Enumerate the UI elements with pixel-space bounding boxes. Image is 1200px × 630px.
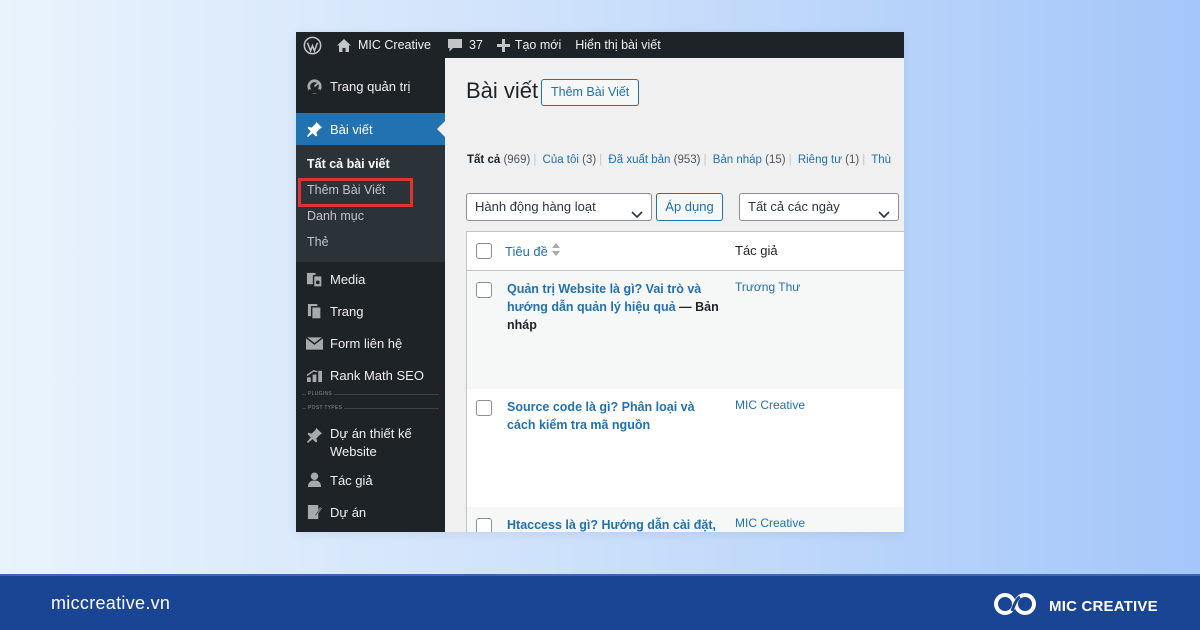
menu-media-label: Media [330,271,366,287]
mail-icon [304,333,324,353]
highlight-box [298,178,413,207]
filter-published-count: (953) [673,154,701,166]
site-name-link[interactable]: MIC Creative [329,32,438,58]
bulk-action-value: Hành động hàng loạt [475,199,596,214]
comments-link[interactable]: 37 [438,32,490,58]
menu-rank-math[interactable]: Rank Math SEO [296,359,445,391]
brand: MIC CREATIVE [993,589,1158,624]
menu-contact-form-label: Form liên hệ [330,335,403,351]
apply-button[interactable]: Áp dụng [656,193,723,221]
pin-icon [304,119,324,139]
page-title: Bài viết [466,78,539,103]
post-types-separator-label: POST TYPES [306,405,345,411]
brand-name: MIC CREATIVE [1049,598,1158,615]
column-title-label: Tiêu đề [505,243,548,259]
menu-dashboard[interactable]: Trang quản trị [296,70,445,102]
site-name: MIC Creative [358,38,431,52]
admin-sidebar: Trang quản trị Bài viết Tất cả bài viết … [296,58,445,532]
menu-rank-math-label: Rank Math SEO [330,367,424,383]
post-title-link[interactable]: Htaccess là gì? Hướng dẫn cài đặt, cấu h… [507,516,717,532]
filter-private[interactable]: Riêng tư [798,154,842,166]
plugins-separator: PLUGINS [302,391,439,402]
website-url: miccreative.vn [51,593,171,613]
add-new-post-button[interactable]: Thêm Bài Viết [541,79,640,106]
filter-all[interactable]: Tất cả [467,154,500,166]
comment-icon [447,38,463,53]
table-row: Htaccess là gì? Hướng dẫn cài đặt, cấu h… [467,507,904,532]
row-checkbox[interactable] [476,400,492,416]
menu-pages[interactable]: Trang [296,295,445,327]
menu-dashboard-label: Trang quản trị [330,78,411,94]
new-content-menu[interactable]: Tạo mới [490,32,568,58]
brand-footer: miccreative.vn MIC CREATIVE [0,574,1200,630]
plus-icon [496,38,510,52]
menu-projects-design-label: Dự án thiết kế Website [330,426,412,459]
post-status-filters: Tất cả (969) | Của tôi (3) | Đã xuất bản (… [467,154,892,166]
admin-bar: MIC Creative 37 Tạo mới Hiển thị bài viế… [296,32,904,58]
media-icon [304,269,324,289]
post-author-link[interactable]: MIC Creative [735,516,805,530]
post-title: Source code là gì? Phân loại và cách kiể… [507,400,695,432]
row-checkbox[interactable] [476,518,492,532]
pin-icon [304,425,324,445]
new-content-label: Tạo mới [514,38,562,52]
submenu-all-posts[interactable]: Tất cả bài viết [296,151,445,177]
date-filter-value: Tất cả các ngày [748,199,840,214]
filter-trash[interactable]: Thù [871,154,891,166]
chevron-down-icon [631,202,643,228]
menu-projects-design[interactable]: Dự án thiết kế Website [296,418,445,464]
menu-projects[interactable]: Dự án [296,496,445,528]
comments-count: 37 [468,38,483,52]
chevron-down-icon [878,202,890,228]
table-header: Tiêu đề Tác giả [467,232,904,271]
bulk-action-select[interactable]: Hành động hàng loạt [466,193,652,221]
menu-contact-form[interactable]: Form liên hệ [296,327,445,359]
pages-icon [304,301,324,321]
filter-drafts[interactable]: Bản nháp [713,154,762,166]
table-row: Quản trị Website là gì? Vai trò và hướng… [467,271,904,389]
filter-private-count: (1) [845,154,860,166]
post-title-link[interactable]: Source code là gì? Phân loại và cách kiể… [507,398,707,434]
menu-posts-label: Bài viết [330,121,373,137]
table-row: Source code là gì? Phân loại và cách kiể… [467,389,904,507]
wordpress-icon[interactable] [296,32,329,58]
menu-authors-label: Tác giả [330,472,373,488]
post-title: Quản trị Website là gì? Vai trò và hướng… [507,282,702,314]
filter-all-count: (969) [503,154,531,166]
post-title: Htaccess là gì? Hướng dẫn cài đặt, cấu h… [507,518,716,532]
wp-admin-screenshot: MIC Creative 37 Tạo mới Hiển thị bài viế… [296,32,904,532]
main-content: Bài viết Thêm Bài Viết Tất cả (969) | Của… [445,58,904,532]
menu-media[interactable]: Media [296,263,445,295]
menu-authors[interactable]: Tác giả [296,464,445,496]
menu-projects-label: Dự án [330,504,367,520]
filter-mine-count: (3) [582,154,597,166]
sort-icon [551,243,560,259]
view-posts-label: Hiển thị bài viết [575,38,661,52]
filter-mine[interactable]: Của tôi [543,154,579,166]
document-edit-icon [304,502,324,522]
post-types-separator: POST TYPES [302,405,439,416]
date-filter-select[interactable]: Tất cả các ngày [739,193,899,221]
select-all-checkbox[interactable] [476,243,492,259]
home-icon [336,38,352,53]
post-author-link[interactable]: MIC Creative [735,398,805,412]
post-author-link[interactable]: Trương Thư [735,280,800,294]
posts-table: Tiêu đề Tác giả Quản trị Website là gì? … [466,231,904,532]
menu-pages-label: Trang [330,303,364,319]
menu-posts[interactable]: Bài viết [296,113,445,145]
column-author: Tác giả [735,243,778,258]
rank-math-icon [304,365,324,385]
dashboard-icon [304,76,324,96]
row-checkbox[interactable] [476,282,492,298]
plugins-separator-label: PLUGINS [306,391,335,397]
filter-published[interactable]: Đã xuất bản [608,154,670,166]
submenu-tags[interactable]: Thẻ [296,229,445,255]
mic-creative-logo [993,589,1039,624]
filter-drafts-count: (15) [765,154,786,166]
user-icon [304,470,324,490]
post-title-link[interactable]: Quản trị Website là gì? Vai trò và hướng… [507,280,722,334]
view-posts-link[interactable]: Hiển thị bài viết [568,32,667,58]
column-title[interactable]: Tiêu đề [505,243,560,259]
